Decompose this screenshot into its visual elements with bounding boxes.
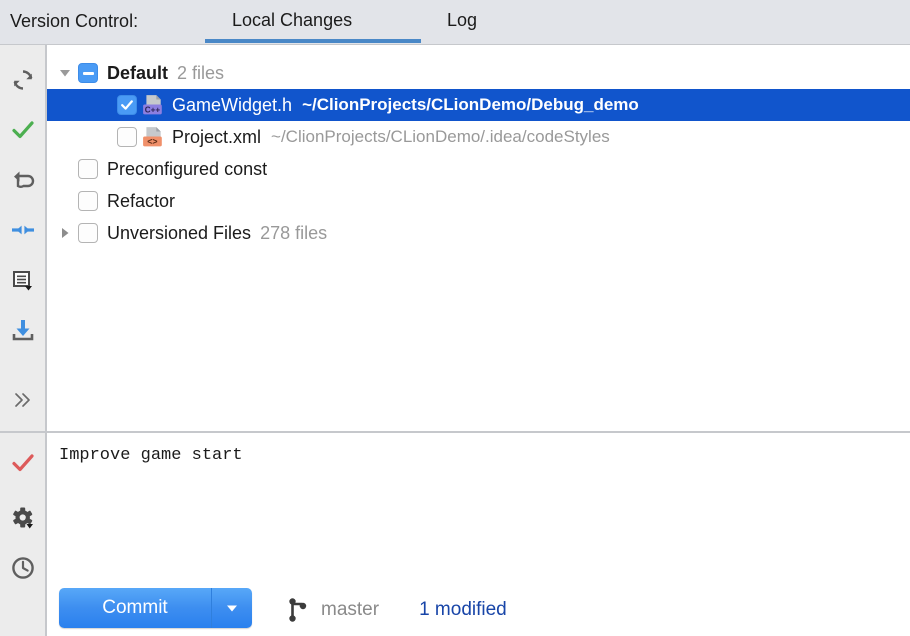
row-file-count: 278 files: [260, 222, 328, 243]
row-name-label: Refactor: [107, 190, 176, 211]
row-checkbox[interactable]: [114, 121, 140, 153]
branch-name-label: master: [321, 599, 380, 620]
chevron-down-icon[interactable]: [55, 57, 75, 89]
tree-row[interactable]: Refactor: [47, 185, 910, 217]
checkbox-box[interactable]: [78, 63, 98, 83]
tab-log[interactable]: Log: [443, 8, 481, 33]
modified-count-link[interactable]: 1 modified: [419, 599, 507, 621]
checkmark-red-icon[interactable]: [6, 446, 40, 480]
tree-row[interactable]: <> Project.xml ~/ClionProjects/CLionDemo/.…: [47, 121, 910, 153]
toolbar-tree-divider: [45, 45, 47, 432]
row-file-path: ~/ClionProjects/CLionDemo/.idea/codeStyl…: [271, 127, 610, 146]
row-name-label: Unversioned Files: [107, 222, 252, 243]
row-file-count: 2 files: [177, 62, 225, 83]
active-tab-underline: [205, 39, 421, 43]
gear-icon[interactable]: [6, 501, 40, 535]
tab-local-changes[interactable]: Local Changes: [228, 8, 356, 33]
commit-panel: Commit master 1 modified: [47, 433, 910, 636]
rollback-icon[interactable]: [6, 163, 40, 197]
row-checkbox[interactable]: [75, 153, 101, 185]
version-control-label: Version Control:: [10, 11, 139, 31]
svg-text:C++: C++: [145, 105, 161, 114]
cpp-file-icon: C++: [140, 89, 166, 121]
chevron-right-icon[interactable]: [55, 217, 75, 249]
xml-file-icon: <>: [140, 121, 166, 153]
row-name-label: Default: [107, 62, 169, 83]
checkbox-box[interactable]: [78, 223, 98, 243]
commit-button-group[interactable]: Commit: [59, 588, 252, 628]
branch-info: master 1 modified: [287, 584, 507, 636]
tree-row[interactable]: Unversioned Files 278 files: [47, 217, 910, 249]
more-chevrons-icon[interactable]: [6, 383, 40, 417]
version-control-tab-header: Version Control: Local Changes Log: [0, 0, 910, 45]
row-name-label: GameWidget.h: [172, 94, 293, 115]
row-checkbox[interactable]: [75, 185, 101, 217]
tree-row[interactable]: C++ GameWidget.h ~/ClionProjects/CLionDemo…: [47, 89, 910, 121]
show-diff-icon[interactable]: [6, 213, 40, 247]
commit-action-bar: Commit master 1 modified: [47, 584, 910, 636]
checkbox-box[interactable]: [78, 191, 98, 211]
vcs-toolbar-bottom: [0, 433, 46, 636]
local-changes-tree[interactable]: Default 2 files C++ GameWidget.h ~/ClionProj…: [47, 45, 910, 432]
vcs-toolbar-top: [0, 45, 46, 432]
row-file-path: ~/ClionProjects/CLionDemo/Debug_demo: [302, 95, 639, 114]
refresh-icon[interactable]: [6, 63, 40, 97]
row-name-label: Preconfigured const: [107, 158, 268, 179]
svg-text:<>: <>: [147, 136, 157, 146]
checkbox-box[interactable]: [117, 95, 137, 115]
row-name-label: Project.xml: [172, 126, 262, 147]
commit-button[interactable]: Commit: [59, 588, 211, 628]
row-checkbox[interactable]: [75, 217, 101, 249]
row-checkbox[interactable]: [114, 89, 140, 121]
update-download-icon[interactable]: [6, 313, 40, 347]
commit-message-input[interactable]: [59, 445, 899, 575]
checkbox-box[interactable]: [78, 159, 98, 179]
tree-row[interactable]: Preconfigured const: [47, 153, 910, 185]
edit-changelist-icon[interactable]: [6, 263, 40, 297]
row-checkbox[interactable]: [75, 57, 101, 89]
checkbox-box[interactable]: [117, 127, 137, 147]
history-clock-icon[interactable]: [6, 551, 40, 585]
commit-dropdown-button[interactable]: [211, 588, 252, 628]
chevron-down-icon: [227, 605, 237, 612]
checkmark-green-icon[interactable]: [6, 113, 40, 147]
branch-icon: [287, 597, 309, 623]
tree-row[interactable]: Default 2 files: [47, 57, 910, 89]
